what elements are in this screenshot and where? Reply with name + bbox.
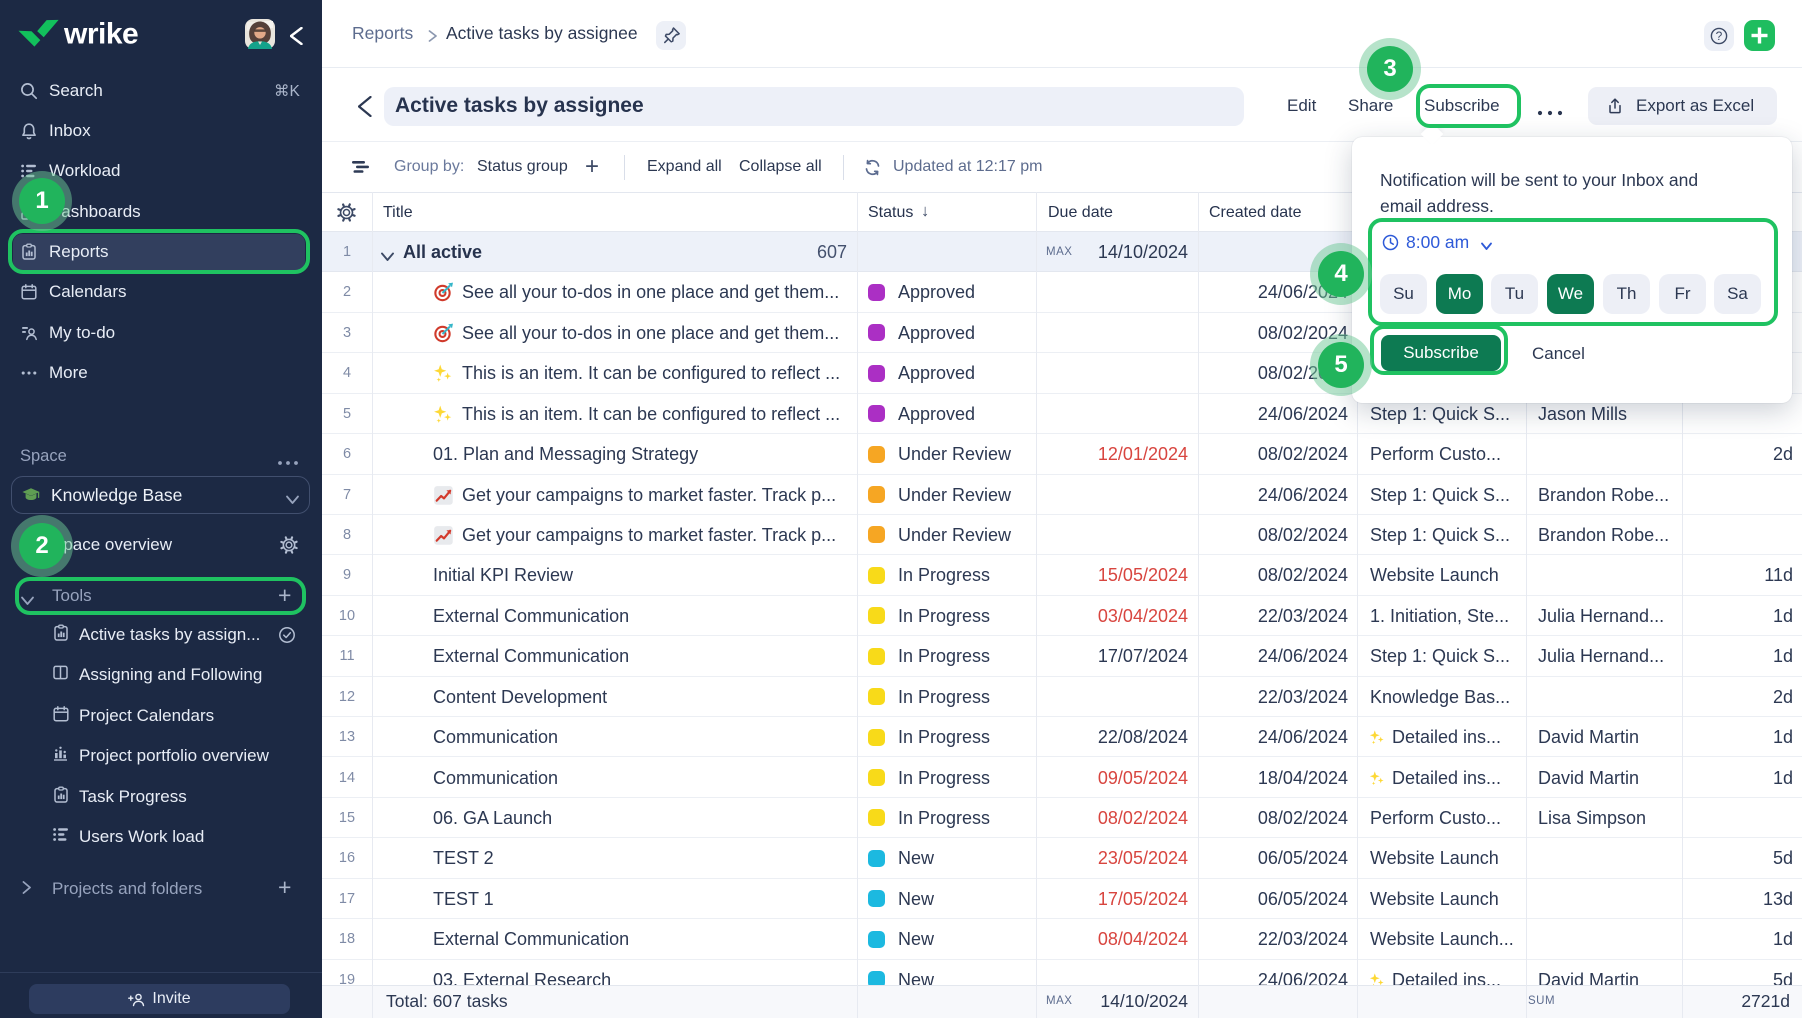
svg-text:wrike: wrike xyxy=(63,18,138,51)
svg-text:?: ? xyxy=(1716,29,1723,43)
